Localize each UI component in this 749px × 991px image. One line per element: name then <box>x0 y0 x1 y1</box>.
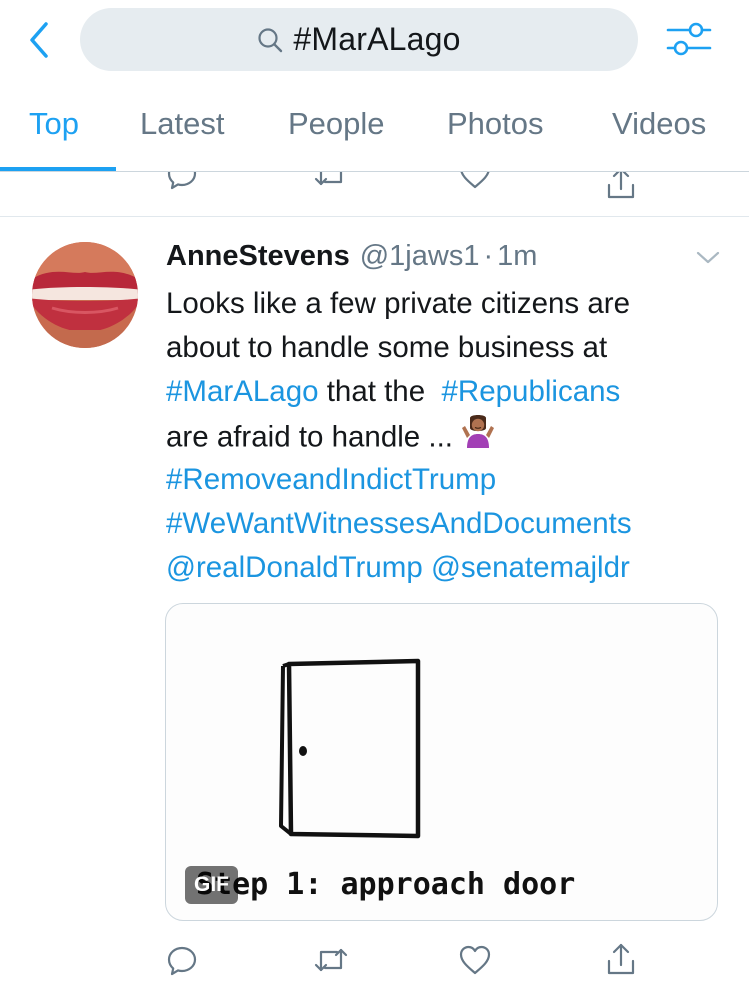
reply-icon <box>167 172 197 190</box>
avatar[interactable] <box>32 242 138 348</box>
hashtag-link[interactable]: #MarALago <box>166 375 319 408</box>
search-query: #MarALago <box>293 21 461 57</box>
tweet-line: #RemoveandIndictTrump <box>166 458 726 502</box>
heart-icon <box>460 172 490 189</box>
mention-link[interactable]: @senatemajldr <box>431 551 630 584</box>
text-span: that the <box>318 375 442 408</box>
active-tab-indicator <box>0 167 116 171</box>
reply-icon <box>167 946 197 976</box>
timestamp[interactable]: 1m <box>497 240 537 273</box>
tab-top[interactable]: Top <box>29 106 79 142</box>
retweet-icon <box>314 948 348 972</box>
user-handle[interactable]: @1jaws1 <box>360 240 480 273</box>
filter-button[interactable] <box>664 16 714 62</box>
gif-badge: GIF <box>185 866 238 904</box>
avatar-lips-image <box>32 242 138 348</box>
text-span: are afraid to handle ... <box>166 420 462 454</box>
tab-videos[interactable]: Videos <box>612 106 706 142</box>
text-span <box>423 551 431 584</box>
tweet-line: #MarALago that the #Republicans <box>166 370 726 414</box>
door-drawing: Step 1: approach door <box>196 658 575 902</box>
tweet-line: are afraid to handle ... <box>166 414 726 458</box>
reply-button[interactable] <box>164 942 200 978</box>
share-icon <box>607 943 635 975</box>
hashtag-link[interactable]: #Republicans <box>442 375 621 408</box>
tweet-line: #WeWantWitnessesAndDocuments <box>166 502 726 546</box>
hashtag-link[interactable]: #RemoveandIndictTrump <box>166 463 496 496</box>
chevron-down-icon <box>696 251 720 264</box>
tab-photos[interactable]: Photos <box>447 106 544 142</box>
gif-media[interactable]: Step 1: approach door GIF <box>165 603 718 921</box>
tweet-line: Looks like a few private citizens are <box>166 282 726 326</box>
search-tabs: Top Latest People Photos Videos <box>0 96 749 172</box>
prev-share-button[interactable] <box>604 172 638 202</box>
tweet-text: Looks like a few private citizens are ab… <box>166 282 726 590</box>
heart-icon <box>459 945 491 975</box>
tweet-line: about to handle some business at <box>166 326 726 370</box>
dot-separator: · <box>483 240 494 272</box>
retweet-button[interactable] <box>312 942 350 978</box>
like-button[interactable] <box>457 942 493 978</box>
mention-link[interactable]: @realDonaldTrump <box>166 551 423 584</box>
back-button[interactable] <box>18 18 58 62</box>
tab-people[interactable]: People <box>288 106 385 142</box>
tweet-line: @realDonaldTrump @senatemajldr <box>166 546 726 590</box>
tweet-menu-button[interactable] <box>692 246 724 270</box>
prev-reply-button[interactable] <box>164 172 200 192</box>
tab-latest[interactable]: Latest <box>140 106 224 142</box>
search-input[interactable]: #MarALago <box>80 8 638 71</box>
prev-like-button[interactable] <box>457 172 493 192</box>
retweet-icon <box>314 172 343 186</box>
filter-sliders-icon <box>666 22 712 56</box>
tweet-actions <box>0 940 749 980</box>
share-button[interactable] <box>604 940 638 978</box>
share-icon <box>607 172 635 199</box>
person-shrugging-emoji <box>461 414 495 463</box>
search-icon <box>258 27 283 52</box>
header: #MarALago <box>0 0 749 80</box>
gif-caption: Step 1: approach door <box>196 867 575 902</box>
tweet-header: AnneStevens @1jaws1 · 1m <box>166 240 537 278</box>
tweet[interactable]: AnneStevens @1jaws1 · 1m Looks like a fe… <box>0 218 749 991</box>
text-span: Looks like a few private citizens are <box>166 287 631 320</box>
text-span: about to handle some business at <box>166 331 608 364</box>
chevron-left-icon <box>30 22 48 58</box>
hashtag-link[interactable]: #WeWantWitnessesAndDocuments <box>166 507 632 540</box>
display-name[interactable]: AnneStevens <box>166 240 350 273</box>
previous-tweet-actions <box>0 172 749 217</box>
prev-retweet-button[interactable] <box>312 172 350 192</box>
